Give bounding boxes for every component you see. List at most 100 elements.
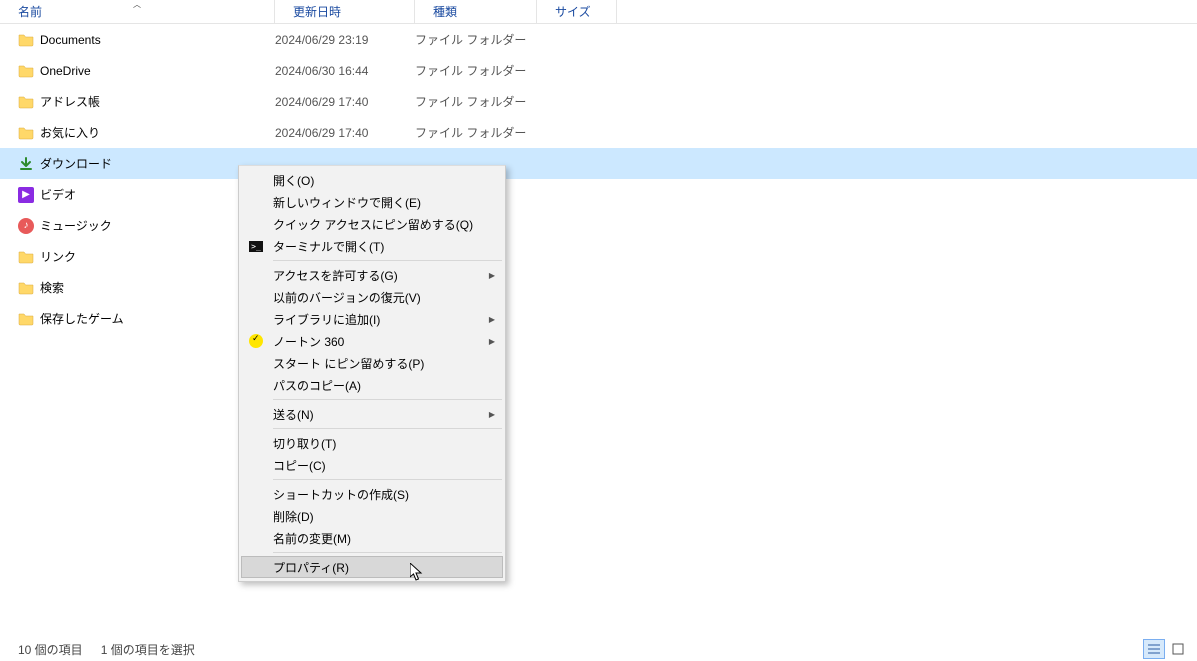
header-type-label: 種類 [433,3,457,20]
file-date: 2024/06/29 17:40 [275,95,415,109]
menu-item[interactable]: ノートン 360 ▶ [241,330,503,352]
folder-icon [18,94,34,110]
menu-item-label: 切り取り(T) [273,435,336,452]
file-type: ファイル フォルダー [415,31,537,48]
menu-item-label: プロパティ(R) [273,559,349,576]
column-headers: 名前 ︿ 更新日時 種類 サイズ [0,0,1197,24]
file-name: 保存したゲーム [40,310,124,327]
menu-item[interactable]: スタート にピン留めする(P) [241,352,503,374]
menu-item[interactable]: 切り取り(T) [241,432,503,454]
menu-item-label: ライブラリに追加(I) [273,311,380,328]
file-name: OneDrive [40,64,91,78]
file-name: ビデオ [40,186,76,203]
file-name: Documents [40,33,101,47]
menu-item-label: 送る(N) [273,406,314,423]
menu-item-label: クイック アクセスにピン留めする(Q) [273,216,473,233]
menu-separator [273,479,502,480]
menu-separator [273,428,502,429]
header-date-label: 更新日時 [293,3,341,20]
folder-icon [18,249,34,265]
file-row[interactable]: Documents 2024/06/29 23:19ファイル フォルダー [0,24,1197,55]
file-date: 2024/06/29 23:19 [275,33,415,47]
menu-item[interactable]: 送る(N) ▶ [241,403,503,425]
file-row[interactable]: アドレス帳 2024/06/29 17:40ファイル フォルダー [0,86,1197,117]
menu-item-label: 削除(D) [273,508,314,525]
file-name: アドレス帳 [40,93,100,110]
folder-icon [18,63,34,79]
context-menu: 開く(O) 新しいウィンドウで開く(E) クイック アクセスにピン留めする(Q) >_… [238,165,506,582]
details-view-button[interactable] [1143,639,1165,659]
file-row[interactable]: ♪ ミュージック [0,210,1197,241]
menu-item[interactable]: プロパティ(R) [241,556,503,578]
file-row[interactable]: ▶ ビデオ [0,179,1197,210]
status-selected-count: 1 個の項目を選択 [101,641,195,658]
menu-item[interactable]: ライブラリに追加(I) ▶ [241,308,503,330]
music-icon: ♪ [18,218,34,234]
large-icons-view-button[interactable] [1167,639,1189,659]
file-date: 2024/06/29 17:40 [275,126,415,140]
file-name: リンク [40,248,76,265]
file-row[interactable]: 検索 [0,272,1197,303]
folder-icon [18,311,34,327]
menu-item-label: パスのコピー(A) [273,377,361,394]
file-row[interactable]: OneDrive 2024/06/30 16:44ファイル フォルダー [0,55,1197,86]
menu-item[interactable]: 以前のバージョンの復元(V) [241,286,503,308]
menu-item[interactable]: アクセスを許可する(G) ▶ [241,264,503,286]
menu-item-label: 名前の変更(M) [273,530,351,547]
file-name: お気に入り [40,124,100,141]
chevron-right-icon: ▶ [489,271,495,280]
menu-item-label: スタート にピン留めする(P) [273,355,424,372]
file-row[interactable]: リンク [0,241,1197,272]
menu-item-label: 新しいウィンドウで開く(E) [273,194,421,211]
header-size-label: サイズ [555,3,591,20]
status-item-count: 10 個の項目 [18,641,83,658]
file-date: 2024/06/30 16:44 [275,64,415,78]
menu-item[interactable]: パスのコピー(A) [241,374,503,396]
chevron-right-icon: ▶ [489,337,495,346]
file-type: ファイル フォルダー [415,124,537,141]
menu-separator [273,260,502,261]
file-name: ダウンロード [40,155,112,172]
file-name: 検索 [40,279,64,296]
folder-icon [18,280,34,296]
menu-item-label: 以前のバージョンの復元(V) [273,289,421,306]
video-icon: ▶ [18,187,34,203]
sort-ascending-icon: ︿ [133,0,141,10]
menu-item-label: コピー(C) [273,457,326,474]
menu-item-label: ターミナルで開く(T) [273,238,384,255]
menu-separator [273,399,502,400]
file-list: Documents2024/06/29 23:19ファイル フォルダーOneDr… [0,24,1197,334]
file-name: ミュージック [40,217,112,234]
folder-icon [18,125,34,141]
menu-item-label: ショートカットの作成(S) [273,486,409,503]
file-row[interactable]: お気に入り 2024/06/29 17:40ファイル フォルダー [0,117,1197,148]
chevron-right-icon: ▶ [489,315,495,324]
menu-item[interactable]: 新しいウィンドウで開く(E) [241,191,503,213]
menu-item-label: ノートン 360 [273,333,344,350]
menu-item[interactable]: >_ ターミナルで開く(T) [241,235,503,257]
header-type[interactable]: 種類 [415,0,537,23]
file-type: ファイル フォルダー [415,93,537,110]
menu-item-label: アクセスを許可する(G) [273,267,398,284]
menu-item[interactable]: コピー(C) [241,454,503,476]
menu-item[interactable]: 名前の変更(M) [241,527,503,549]
status-bar: 10 個の項目 1 個の項目を選択 [0,637,1197,661]
menu-item[interactable]: クイック アクセスにピン留めする(Q) [241,213,503,235]
file-row[interactable]: ダウンロード [0,148,1197,179]
chevron-right-icon: ▶ [489,410,495,419]
header-size[interactable]: サイズ [537,0,617,23]
terminal-icon: >_ [248,238,264,254]
file-row[interactable]: 保存したゲーム [0,303,1197,334]
header-name-label: 名前 [18,3,42,20]
menu-item[interactable]: 削除(D) [241,505,503,527]
file-type: ファイル フォルダー [415,62,537,79]
menu-separator [273,552,502,553]
header-name[interactable]: 名前 ︿ [0,0,275,23]
menu-item[interactable]: 開く(O) [241,169,503,191]
folder-icon [18,32,34,48]
norton-icon [248,333,264,349]
download-icon [18,156,34,172]
menu-item[interactable]: ショートカットの作成(S) [241,483,503,505]
menu-item-label: 開く(O) [273,172,314,189]
header-date[interactable]: 更新日時 [275,0,415,23]
